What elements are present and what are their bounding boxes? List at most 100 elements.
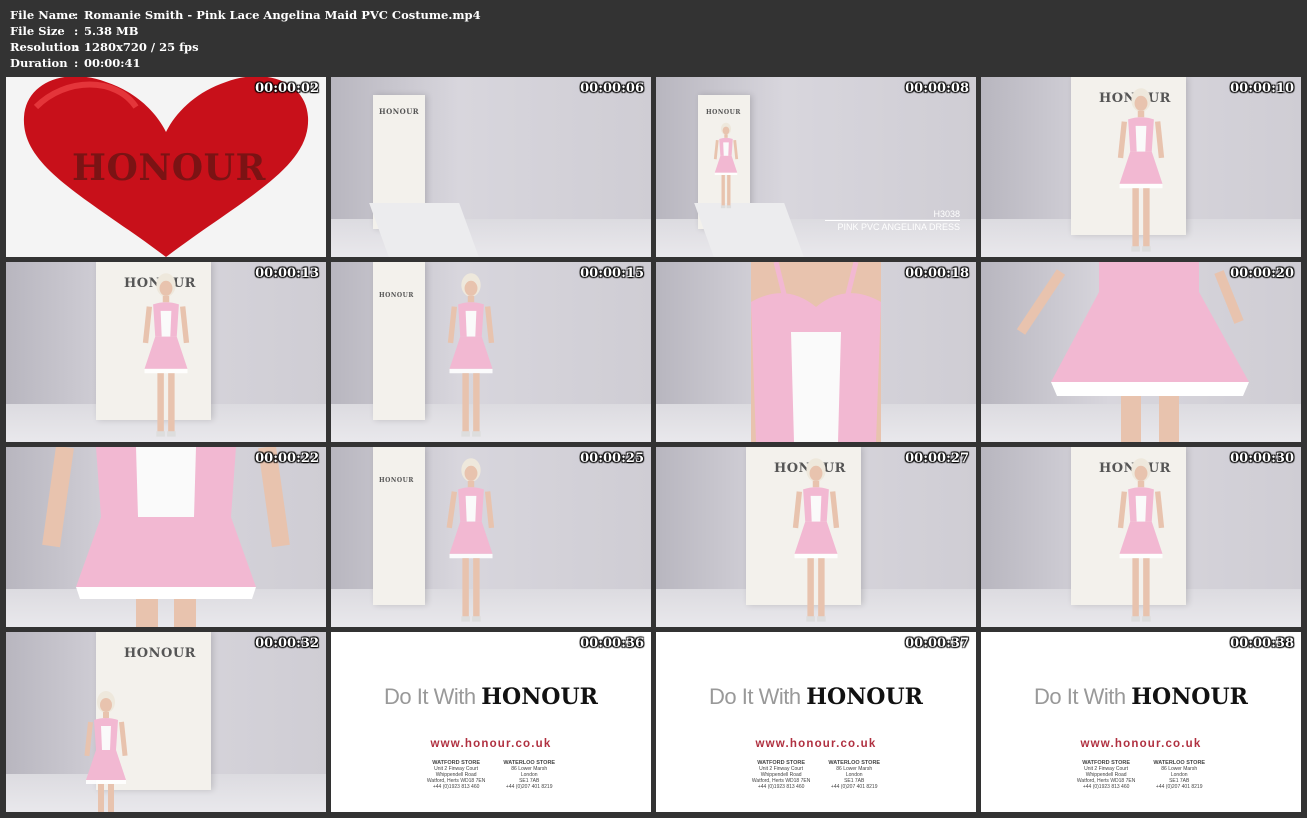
- separator: :: [74, 24, 79, 38]
- model-figure: [76, 682, 136, 812]
- slogan-text: Do It With: [709, 684, 801, 709]
- file-size-label: File Size: [10, 24, 65, 38]
- resolution-value: 1280x720 / 25 fps: [84, 40, 199, 54]
- video-thumbnail: HONOUR 00:00:30: [981, 447, 1301, 627]
- file-size-row: File Size : 5.38 MB: [10, 23, 481, 39]
- video-thumbnail: 00:00:20: [981, 262, 1301, 442]
- video-thumbnail: HONOUR 00:00:27: [656, 447, 976, 627]
- duration-row: Duration : 00:00:41: [10, 55, 481, 71]
- slogan-text: Do It With: [384, 684, 476, 709]
- waterloo-store: WATERLOO STORE 86 Lower Marsh London SE1…: [828, 760, 880, 790]
- video-thumbnail: HONOUR 00:00:32: [6, 632, 326, 812]
- endcard-slogan: Do It With HONOUR: [656, 684, 976, 710]
- store-addresses: WATFORD STORE Unit 2 Finway Court Whippe…: [331, 760, 651, 790]
- endcard-slogan: Do It With HONOUR: [981, 684, 1301, 710]
- panel-brand-text: HONOUR: [379, 477, 414, 484]
- pvc-bodice-closeup: [751, 262, 881, 442]
- timestamp: 00:00:06: [580, 81, 644, 96]
- brand-panel: [373, 447, 425, 605]
- runway-plinth: [369, 203, 479, 257]
- watford-store: WATFORD STORE Unit 2 Finway Court Whippe…: [752, 760, 810, 790]
- resolution-row: Resolution : 1280x720 / 25 fps: [10, 39, 481, 55]
- store-phone: +44 (0)207 401 8219: [505, 784, 553, 790]
- website-url: www.honour.co.uk: [430, 738, 552, 750]
- model-figure: [1091, 455, 1191, 627]
- file-name-value: Romanie Smith - Pink Lace Angelina Maid …: [84, 8, 481, 22]
- timestamp: 00:00:32: [255, 636, 319, 651]
- slogan-brand: HONOUR: [1131, 684, 1248, 710]
- resolution-label: Resolution: [10, 40, 80, 54]
- model-figure: [1091, 85, 1191, 257]
- separator: :: [74, 8, 79, 22]
- timestamp: 00:00:30: [1230, 451, 1294, 466]
- timestamp: 00:00:15: [580, 266, 644, 281]
- file-size-value: 5.38 MB: [84, 24, 139, 38]
- video-thumbnail: HONOUR 00:00:25: [331, 447, 651, 627]
- video-thumbnail: Do It With HONOUR www.honour.co.uk WATFO…: [656, 632, 976, 812]
- store-phone: +44 (0)207 401 8219: [830, 784, 878, 790]
- file-name-label: File Name: [10, 8, 76, 22]
- endcard-slogan: Do It With HONOUR: [331, 684, 651, 710]
- slogan-text: Do It With: [1034, 684, 1126, 709]
- slogan-brand: HONOUR: [481, 684, 598, 710]
- timestamp: 00:00:25: [580, 451, 644, 466]
- separator: :: [74, 40, 79, 54]
- timestamp: 00:00:13: [255, 266, 319, 281]
- timestamp: 00:00:37: [905, 636, 969, 651]
- website-url: www.honour.co.uk: [755, 738, 877, 750]
- model-figure: [706, 121, 746, 215]
- video-thumbnail: 00:00:18: [656, 262, 976, 442]
- watford-store: WATFORD STORE Unit 2 Finway Court Whippe…: [427, 760, 485, 790]
- timestamp: 00:00:38: [1230, 636, 1294, 651]
- slogan-brand: HONOUR: [806, 684, 923, 710]
- timestamp: 00:00:22: [255, 451, 319, 466]
- video-thumbnail: HONOUR 00:00:06: [331, 77, 651, 257]
- store-phone: +44 (0)1923 813 460: [1082, 784, 1130, 790]
- product-code: H3038: [933, 209, 960, 219]
- model-figure: [421, 455, 521, 627]
- video-thumbnail: Do It With HONOUR www.honour.co.uk WATFO…: [331, 632, 651, 812]
- panel-brand-text: HONOUR: [124, 646, 196, 661]
- pvc-waist-closeup: [42, 447, 290, 627]
- product-caption: H3038 PINK PVC ANGELINA DRESS: [825, 209, 960, 233]
- model-figure: [116, 270, 216, 442]
- duration-label: Duration: [10, 56, 68, 70]
- store-addresses: WATFORD STORE Unit 2 Finway Court Whippe…: [981, 760, 1301, 790]
- model-figure: [766, 455, 866, 627]
- store-phone: +44 (0)207 401 8219: [1155, 784, 1203, 790]
- panel-brand-text: HONOUR: [379, 107, 420, 116]
- video-thumbnail: Do It With HONOUR www.honour.co.uk WATFO…: [981, 632, 1301, 812]
- heart-brand-text: HONOUR: [72, 147, 266, 189]
- model-figure: [421, 270, 521, 442]
- pvc-skirt-closeup: [1016, 262, 1249, 442]
- watford-store: WATFORD STORE Unit 2 Finway Court Whippe…: [1077, 760, 1135, 790]
- video-thumbnail: HONOUR H3038 PINK PVC ANGELINA DRESS 00:…: [656, 77, 976, 257]
- waterloo-store: WATERLOO STORE 86 Lower Marsh London SE1…: [503, 760, 555, 790]
- video-thumbnail: HONOUR 00:00:13: [6, 262, 326, 442]
- brand-panel: [373, 262, 425, 420]
- product-name: PINK PVC ANGELINA DRESS: [837, 222, 960, 232]
- panel-brand-text: HONOUR: [706, 109, 741, 116]
- website-url: www.honour.co.uk: [1080, 738, 1202, 750]
- panel-brand-text: HONOUR: [379, 292, 414, 299]
- video-thumbnail: HONOUR 00:00:15: [331, 262, 651, 442]
- separator: :: [74, 56, 79, 70]
- video-thumbnail: HONOUR 00:00:10: [981, 77, 1301, 257]
- video-thumbnail: HONOUR 00:00:02: [6, 77, 326, 257]
- timestamp: 00:00:02: [255, 81, 319, 96]
- store-addresses: WATFORD STORE Unit 2 Finway Court Whippe…: [656, 760, 976, 790]
- timestamp: 00:00:08: [905, 81, 969, 96]
- waterloo-store: WATERLOO STORE 86 Lower Marsh London SE1…: [1153, 760, 1205, 790]
- timestamp: 00:00:27: [905, 451, 969, 466]
- duration-value: 00:00:41: [84, 56, 141, 70]
- store-phone: +44 (0)1923 813 460: [757, 784, 805, 790]
- caption-divider: [825, 220, 960, 221]
- file-name-row: File Name : Romanie Smith - Pink Lace An…: [10, 7, 481, 23]
- timestamp: 00:00:36: [580, 636, 644, 651]
- timestamp: 00:00:20: [1230, 266, 1294, 281]
- timestamp: 00:00:18: [905, 266, 969, 281]
- file-info-header: File Name : Romanie Smith - Pink Lace An…: [10, 7, 481, 71]
- video-thumbnail: 00:00:22: [6, 447, 326, 627]
- timestamp: 00:00:10: [1230, 81, 1294, 96]
- store-phone: +44 (0)1923 813 460: [432, 784, 480, 790]
